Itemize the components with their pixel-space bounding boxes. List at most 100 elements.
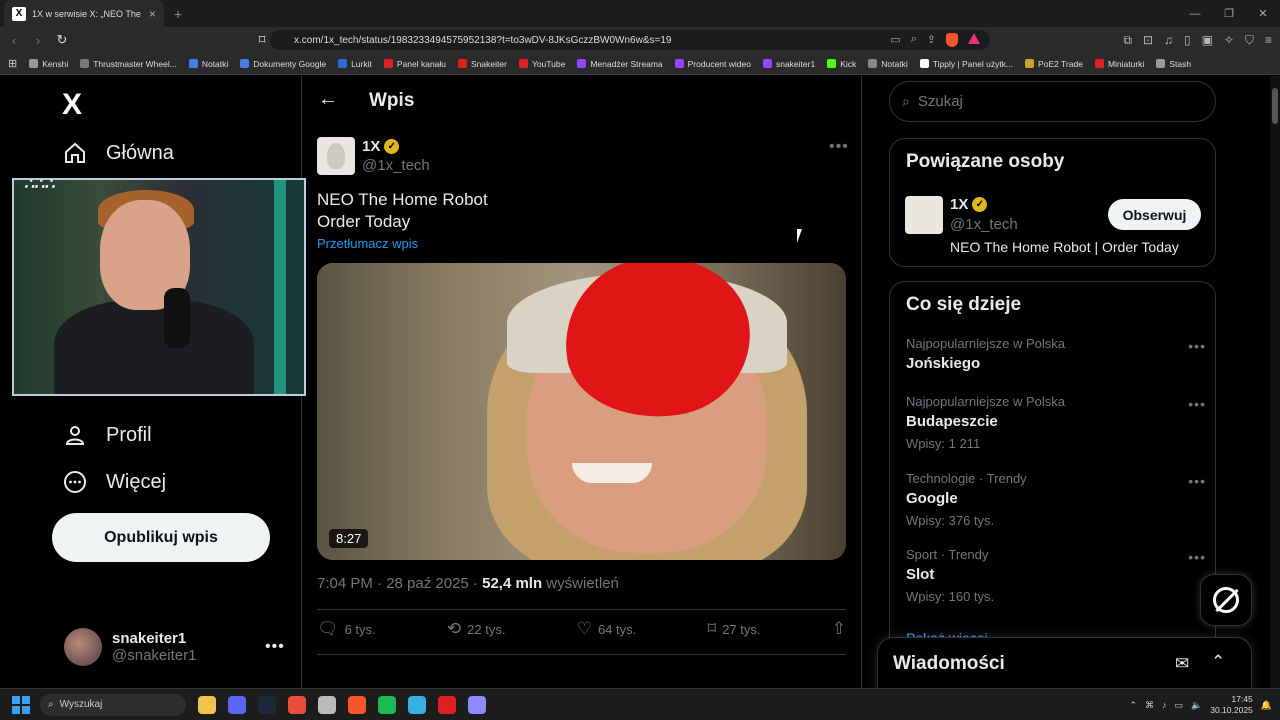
trend-more-icon[interactable]: ••• (1188, 396, 1206, 412)
search-input[interactable] (917, 93, 1198, 110)
bookmark-item[interactable]: snakeiter1 (762, 59, 815, 69)
trend-item[interactable]: Najpopularniejsze w Polska Jońskiego ••• (906, 336, 1206, 372)
sidebar-icon[interactable]: ▯ (1184, 33, 1191, 48)
taskbar-app-icon[interactable] (438, 695, 456, 714)
wallet-icon[interactable]: ▣ (1202, 33, 1213, 48)
grok-button[interactable] (1200, 574, 1252, 626)
screenshot-icon[interactable]: ⊡ (1143, 33, 1153, 48)
related-name-row[interactable]: 1X ✓ (950, 196, 988, 213)
tab-close-icon[interactable]: × (149, 7, 156, 21)
menu-icon[interactable]: ≡ (1265, 33, 1272, 48)
brave-rewards-icon[interactable] (968, 33, 980, 44)
bookmark-item[interactable]: Menadżer Streama (577, 59, 663, 69)
back-arrow-icon[interactable]: ← (318, 88, 338, 111)
trend-more-icon[interactable]: ••• (1188, 338, 1206, 354)
account-switcher[interactable]: snakeiter1 @snakeiter1 (64, 628, 196, 666)
new-tab-button[interactable]: + (174, 6, 182, 22)
taskbar-app-icon[interactable] (318, 695, 336, 714)
post-video[interactable]: 8:27 (317, 263, 846, 560)
zoom-icon[interactable]: ⌕ (911, 33, 917, 47)
bookmark-item[interactable]: PoE2 Trade (1025, 59, 1083, 69)
post-more-icon[interactable]: ••• (829, 138, 849, 156)
network-icon[interactable]: ⌘ (1145, 700, 1154, 711)
x-logo-icon[interactable]: X (62, 88, 82, 122)
post-timestamp[interactable]: 7:04 PM · 28 paź 2025 · (317, 575, 482, 592)
taskbar-app-icon[interactable] (198, 695, 216, 714)
related-avatar[interactable] (905, 196, 943, 234)
tray-chevron-icon[interactable]: ⌃ (1129, 700, 1137, 711)
bookmark-item[interactable]: Thrustmaster Wheel... (80, 59, 177, 69)
leo-icon[interactable]: ✧ (1224, 33, 1234, 48)
vpn-icon[interactable]: ⛉ (1245, 33, 1254, 48)
bookmark-item[interactable]: Kick (827, 59, 856, 69)
taskbar-app-icon[interactable] (378, 695, 396, 714)
trend-item[interactable]: Sport · Trendy Slot Wpisy: 160 tys. ••• (906, 547, 1206, 604)
publish-post-button[interactable]: Opublikuj wpis (52, 513, 270, 562)
extensions-icon[interactable]: ⧉ (1123, 33, 1132, 48)
cast-icon[interactable]: ▭ (890, 33, 900, 47)
post-author-name-row[interactable]: 1X ✓ (362, 138, 400, 155)
taskbar-app-icon[interactable] (348, 695, 366, 714)
taskbar-app-icon[interactable] (408, 695, 426, 714)
media-icon[interactable]: ♫ (1164, 33, 1173, 48)
taskbar-app-icon[interactable] (468, 695, 486, 714)
brave-shield-icon[interactable] (946, 33, 958, 47)
follow-button[interactable]: Obserwuj (1108, 199, 1201, 230)
forward-nav-icon[interactable]: › (28, 33, 48, 48)
display-icon[interactable]: ▭ (1175, 700, 1184, 711)
taskbar-app-icon[interactable] (288, 695, 306, 714)
nav-more[interactable]: Więcej (62, 469, 166, 495)
post-author-handle[interactable]: @1x_tech (362, 157, 430, 174)
taskbar-search[interactable]: ⌕ Wyszukaj (40, 693, 186, 716)
notifications-icon[interactable]: 🔔 (1261, 700, 1272, 711)
nav-home[interactable]: Główna (62, 140, 174, 166)
clock[interactable]: 17:45 30.10.2025 (1210, 694, 1253, 716)
bookmark-item[interactable]: Dokumenty Google (240, 59, 326, 69)
trend-more-icon[interactable]: ••• (1188, 473, 1206, 489)
new-message-icon[interactable]: ✉ (1175, 654, 1189, 674)
bookmark-item[interactable]: Tipply | Panel użytk... (919, 59, 1013, 69)
bookmark-item[interactable]: Producent wideo (674, 59, 751, 69)
messages-drawer[interactable]: Wiadomości ✉ ⌃ (877, 637, 1252, 688)
taskbar-app-icon[interactable] (228, 695, 246, 714)
account-more-icon[interactable]: ••• (265, 638, 285, 656)
volume-icon[interactable]: 🔈 (1191, 700, 1202, 711)
trend-item[interactable]: Technologie · Trendy Google Wpisy: 376 tys… (906, 471, 1206, 528)
back-nav-icon[interactable]: ‹ (4, 33, 24, 48)
expand-messages-icon[interactable]: ⌃ (1211, 652, 1225, 672)
repost-button[interactable]: ⟲ 22 tys. (447, 619, 506, 639)
windows-start-icon[interactable] (12, 695, 30, 714)
bookmark-item[interactable]: Snakeiter (458, 59, 507, 69)
bookmark-item[interactable]: Panel kanału (383, 59, 446, 69)
nav-profile[interactable]: Profil (62, 422, 152, 448)
reload-icon[interactable]: ↻ (52, 32, 72, 48)
post-author-avatar[interactable] (317, 137, 355, 175)
page-scrollbar[interactable] (1270, 76, 1280, 688)
bookmark-item[interactable]: Lurkit (338, 59, 372, 69)
bookmark-item[interactable]: Notatki (868, 59, 908, 69)
bookmark-item[interactable]: Miniaturki (1094, 59, 1144, 69)
bookmark-page-icon[interactable]: ⌑ (252, 32, 272, 48)
taskbar-app-icon[interactable] (258, 695, 276, 714)
trend-more-icon[interactable]: ••• (1188, 549, 1206, 565)
translate-post-link[interactable]: Przetłumacz wpis (317, 236, 418, 251)
apps-grid-icon[interactable]: ⊞ (8, 57, 17, 70)
like-count: 64 tys. (597, 621, 637, 637)
trend-item[interactable]: Najpopularniejsze w Polska Budapeszcie Wpi… (906, 394, 1206, 451)
mic-icon[interactable]: ♪ (1162, 700, 1167, 710)
close-window-icon[interactable]: ✕ (1246, 7, 1280, 20)
reply-button[interactable]: 🗨 6 tys. (317, 619, 376, 639)
maximize-icon[interactable]: ❐ (1212, 7, 1246, 20)
minimize-icon[interactable]: — (1178, 8, 1212, 20)
browser-tab[interactable]: X 1X w serwisie X: „NEO The Home × (4, 0, 164, 27)
bookmark-item[interactable]: Stash (1156, 59, 1191, 69)
search-box[interactable]: ⌕ (889, 81, 1216, 122)
address-bar[interactable]: x.com/1x_tech/status/1983233494575952138… (270, 30, 990, 50)
bookmark-item[interactable]: Notatki (188, 59, 228, 69)
bookmark-item[interactable]: YouTube (518, 59, 565, 69)
bookmark-button[interactable]: ⌑ 27 tys. (707, 619, 760, 639)
like-button[interactable]: ♡ 64 tys. (577, 619, 637, 639)
share-post-button[interactable]: ⇧ (832, 619, 846, 639)
share-icon[interactable]: ⇪ (927, 33, 936, 47)
bookmark-item[interactable]: Kenshi (29, 59, 68, 69)
